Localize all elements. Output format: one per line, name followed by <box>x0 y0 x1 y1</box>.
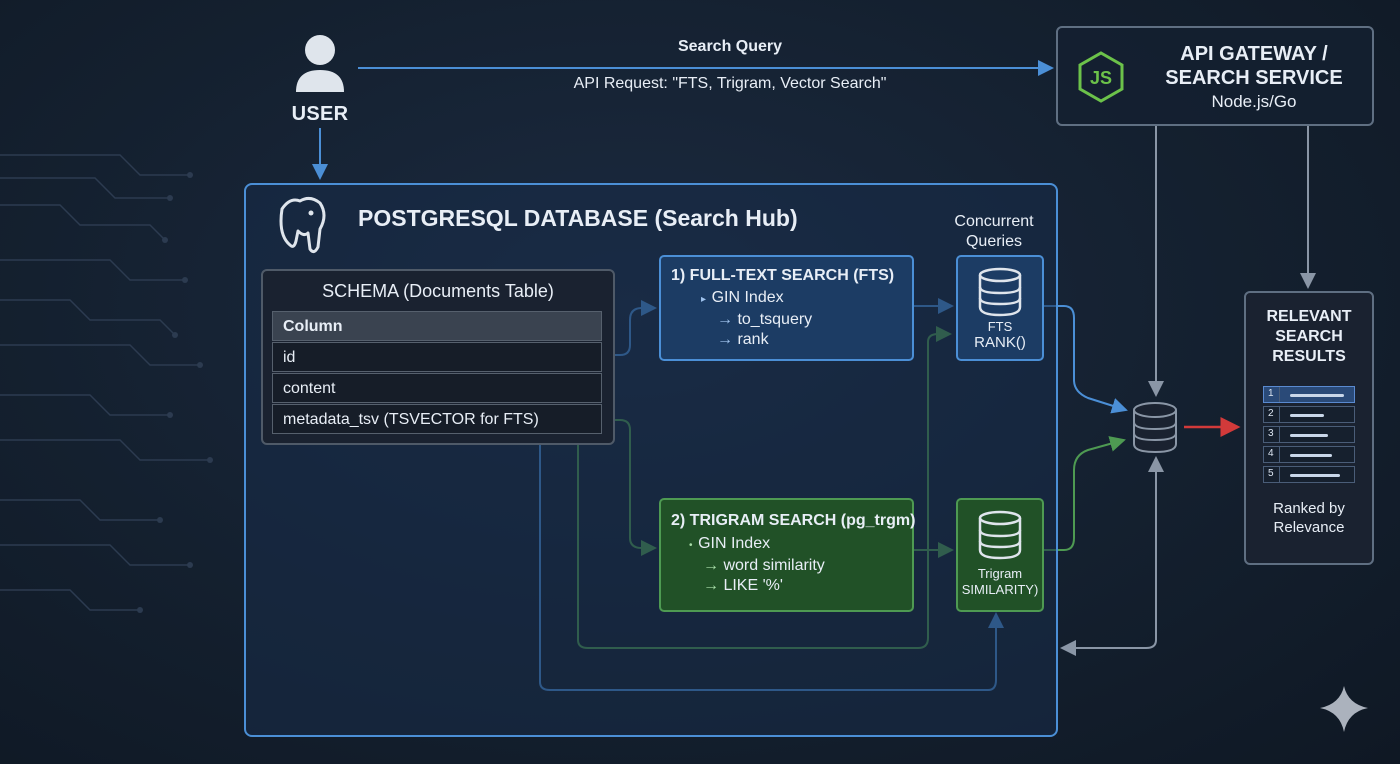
results-title: RELEVANT SEARCH RESULTS <box>1246 307 1372 367</box>
schema-row-metadata: metadata_tsv (TSVECTOR for FTS) <box>272 404 602 434</box>
bullet-icon: • <box>689 540 699 551</box>
arrow-right-icon: → <box>717 331 738 348</box>
user-icon <box>296 35 344 92</box>
schema-row-content: content <box>272 373 602 403</box>
trigram-search-box: 2) TRIGRAM SEARCH (pg_trgm) • GIN Index … <box>659 498 916 612</box>
database-icon <box>978 510 1022 560</box>
result-row: 1 <box>1263 386 1355 403</box>
result-row: 5 <box>1263 466 1355 483</box>
result-rank: 1 <box>1268 388 1274 399</box>
results-title-line3: RESULTS <box>1272 348 1346 365</box>
fts-item-1-label: to_tsquery <box>737 311 813 328</box>
fts-node-line2: RANK() <box>974 334 1026 351</box>
trigram-title: 2) TRIGRAM SEARCH (pg_trgm) <box>671 512 916 529</box>
trigram-item-2-label: LIKE '%' <box>723 577 783 594</box>
arrow-right-icon: → <box>703 577 724 594</box>
concurrent-line2: Queries <box>965 233 1023 250</box>
results-footer-line2: Relevance <box>1273 519 1345 536</box>
arrow-merge-to-db <box>1060 460 1157 656</box>
schema-row-header: Column <box>272 311 602 341</box>
result-rank: 3 <box>1268 428 1274 439</box>
trigram-item-1-label: word similarity <box>723 557 825 574</box>
api-gateway-title: API GATEWAY / SEARCH SERVICE <box>1144 42 1364 90</box>
result-rank: 2 <box>1268 408 1274 419</box>
schema-title: SCHEMA (Documents Table) <box>322 281 554 301</box>
bullet-icon: ▸ <box>701 294 712 305</box>
trigram-node-line1: Trigram <box>977 566 1023 581</box>
merge-database-icon <box>1133 402 1177 454</box>
api-gateway-box: JS API GATEWAY / SEARCH SERVICE Node.js/… <box>1056 26 1374 126</box>
fts-index: ▸ GIN Index <box>701 289 784 307</box>
fts-search-box: 1) FULL-TEXT SEARCH (FTS) ▸ GIN Index → … <box>659 255 914 361</box>
results-title-line2: SEARCH <box>1275 328 1343 345</box>
result-row: 3 <box>1263 426 1355 443</box>
svg-text:JS: JS <box>1090 68 1112 88</box>
schema-row-id: id <box>272 342 602 372</box>
request-arrow-title: Search Query <box>677 38 783 55</box>
nodejs-icon: JS <box>1078 51 1124 103</box>
trigram-item-1: → word similarity <box>703 557 825 575</box>
results-footer: Ranked by Relevance <box>1246 499 1372 537</box>
fts-node-line1: FTS <box>987 319 1013 334</box>
postgres-elephant-icon <box>279 196 326 254</box>
fts-item-2: → rank <box>717 331 769 349</box>
result-rank: 5 <box>1268 468 1274 479</box>
arrow-right-icon: → <box>717 311 738 328</box>
arrow-right-icon: → <box>703 557 724 574</box>
results-footer-line1: Ranked by <box>1273 500 1345 517</box>
api-gateway-title-line2: SEARCH SERVICE <box>1165 67 1343 89</box>
circuit-decoration <box>0 154 210 611</box>
result-rank: 4 <box>1268 448 1274 459</box>
schema-table-box: SCHEMA (Documents Table) Column id conte… <box>261 269 615 445</box>
request-arrow-subtitle: API Request: "FTS, Trigram, Vector Searc… <box>573 75 887 92</box>
user-label: USER <box>291 103 349 125</box>
result-row: 2 <box>1263 406 1355 423</box>
fts-rank-node: FTS RANK() <box>956 255 1044 361</box>
trigram-item-2: → LIKE '%' <box>703 577 783 595</box>
fts-index-label: GIN Index <box>711 289 784 306</box>
postgres-title: POSTGRESQL DATABASE (Search Hub) <box>358 205 798 231</box>
fts-item-2-label: rank <box>737 331 769 348</box>
api-gateway-subtitle: Node.js/Go <box>1211 92 1297 111</box>
trigram-similarity-node: Trigram SIMILARITY) <box>956 498 1044 612</box>
trigram-node-line2: SIMILARITY) <box>961 582 1039 597</box>
postgres-database-box <box>244 183 1058 737</box>
search-results-box: RELEVANT SEARCH RESULTS 1 2 3 4 5 Ranked… <box>1244 291 1374 565</box>
trigram-index-label: GIN Index <box>698 535 771 552</box>
result-row: 4 <box>1263 446 1355 463</box>
concurrent-line1: Concurrent <box>954 213 1034 230</box>
fts-title: 1) FULL-TEXT SEARCH (FTS) <box>671 267 895 284</box>
api-gateway-title-line1: API GATEWAY / <box>1180 43 1328 65</box>
results-title-line1: RELEVANT <box>1266 308 1352 325</box>
sparkle-icon <box>1320 686 1368 732</box>
user-node: USER <box>288 34 352 126</box>
fts-item-1: → to_tsquery <box>717 311 812 329</box>
concurrent-queries-label: Concurrent Queries <box>944 212 1044 252</box>
trigram-index: • GIN Index <box>689 535 770 553</box>
database-icon <box>978 267 1022 317</box>
